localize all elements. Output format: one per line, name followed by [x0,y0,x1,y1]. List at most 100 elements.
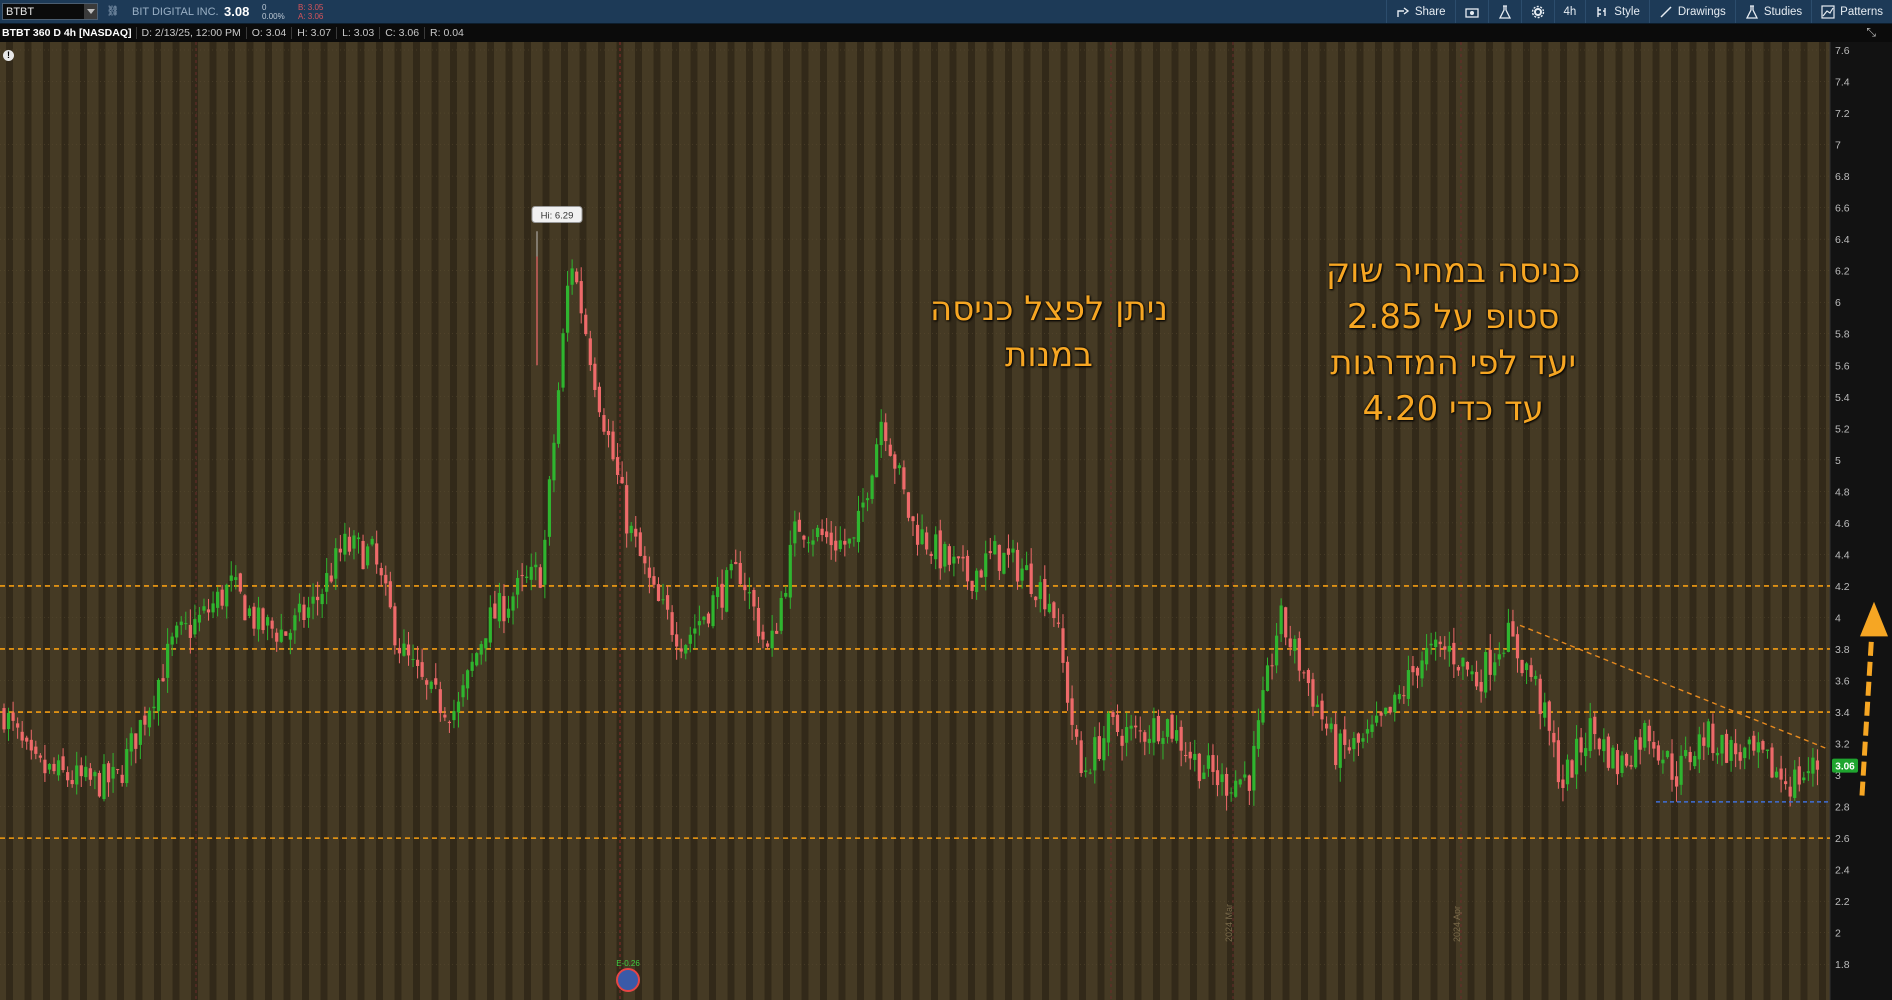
candle-body [1524,663,1529,671]
candle-body [1161,738,1165,744]
price-chart[interactable]: 7.6 7.4 7.2 7 6.8 6.6 6.4 6.2 6 5.8 5.6 5.4 5.2 5 4.8 4… [0,42,1892,1000]
studies-button[interactable]: Studies [1734,0,1811,23]
candle-body [1002,552,1006,574]
candle-body [629,525,633,534]
candle-body [429,681,433,689]
candle-body [1456,667,1460,671]
candle-body [1806,771,1810,774]
symbol-input[interactable]: BTBT [3,6,34,18]
candle-body [1170,714,1174,739]
session-band [820,42,827,1000]
candle-body [175,625,179,638]
candle-body [1815,760,1820,770]
candle-body [1020,568,1024,581]
snapshot-button[interactable] [1454,0,1488,23]
session-band [1615,42,1623,1000]
session-band [1023,42,1031,1000]
session-band [1800,42,1808,1000]
candle-body [584,314,588,335]
candle-body [1165,719,1170,737]
session-band [1134,42,1142,1000]
candle-body [261,608,265,631]
session-band [209,42,217,1000]
candle-body [934,534,938,560]
session-band [1227,42,1234,1000]
candle-body [197,614,202,623]
candle-body [1043,578,1047,610]
info-open: O: 3.04 [245,27,291,39]
candle-body [161,678,165,682]
candle-body [1229,792,1233,794]
candle-body [534,564,538,568]
candle-body [684,645,688,654]
candle-body [1661,759,1665,764]
candle-body [575,271,579,283]
candle-body [515,578,520,595]
patterns-button[interactable]: Patterns [1811,0,1892,23]
session-band [1042,42,1049,1000]
candle-body [1206,755,1211,769]
candle-body [1343,729,1347,745]
camera-icon [1464,7,1479,18]
candle-body [1802,777,1806,781]
candle-body [1484,652,1488,693]
session-band [505,42,513,1000]
candle-body [1361,738,1365,742]
session-band [1393,42,1401,1000]
candle-body [75,765,79,785]
candle-body [511,596,515,611]
candle-body [1665,750,1670,758]
chart-area[interactable]: 7.6 7.4 7.2 7 6.8 6.6 6.4 6.2 6 5.8 5.6 5.4 5.2 5 4.8 4… [0,42,1892,1000]
chevron-down-icon[interactable] [84,4,97,19]
candle-body [561,333,565,388]
candle-body [943,544,947,567]
session-band [1153,42,1160,1000]
candle-body [743,584,747,591]
candle-body [725,570,729,612]
flask-button[interactable] [1487,0,1521,23]
timeframe-button[interactable]: 4h [1553,0,1586,23]
session-band [1282,42,1290,1000]
candle-body [1134,725,1138,728]
candle-body [38,755,42,758]
session-band [1652,42,1660,1000]
info-close: C: 3.06 [379,27,424,39]
alert-icon[interactable]: ! [3,50,14,61]
drawings-button[interactable]: Drawings [1648,0,1735,23]
symbol-selector[interactable]: BTBT [2,3,98,20]
candle-body [1770,747,1774,778]
y-tick-label: 2.6 [1835,833,1850,845]
candle-body [643,555,647,564]
y-tick-label: 6.6 [1835,203,1850,215]
candle-body [1447,645,1451,652]
collapse-icon[interactable]: ⤡ [1866,25,1876,40]
session-band [339,42,346,1000]
candle-body [229,575,233,581]
session-band [1819,42,1826,1000]
y-tick-label: 4.8 [1835,486,1850,498]
candle-body [61,756,65,771]
y-tick-label: 7.2 [1835,108,1850,120]
settings-button[interactable] [1520,0,1554,23]
candle-body [356,537,361,540]
gear-icon [1531,5,1544,18]
style-button[interactable]: Style [1585,0,1649,23]
y-tick-label: 2 [1835,928,1841,940]
candle-body [806,542,811,544]
y-tick-label: 4 [1835,612,1841,624]
candle-body [1084,770,1088,772]
candle-body [975,570,979,593]
session-band [117,42,124,1000]
session-band [1375,42,1382,1000]
candle-body [1261,690,1265,723]
share-button[interactable]: Share [1385,0,1455,23]
candle-body [988,551,992,554]
candle-body [675,634,679,647]
candle-body [43,759,47,774]
candle-body [347,536,352,552]
link-icon[interactable]: ⛓ [106,5,120,19]
candle-body [888,444,892,456]
session-band [1763,42,1771,1000]
candle-body [1502,652,1506,654]
candle-body [1302,672,1306,674]
